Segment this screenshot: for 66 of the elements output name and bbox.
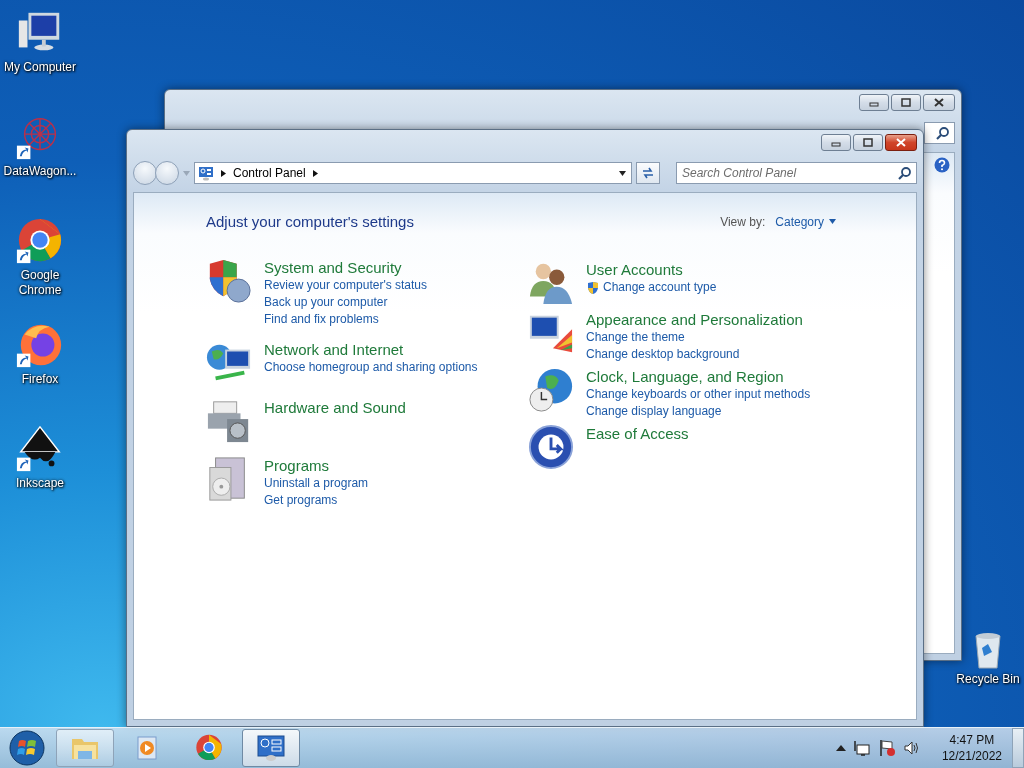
volume-icon[interactable] [902,739,921,757]
view-by-dropdown[interactable]: Category [775,214,836,229]
category-link[interactable]: Clock, Language, and Region [586,367,811,386]
maximize-icon [863,138,873,147]
desktop-icon-label[interactable]: My Computer [4,60,76,75]
category-link[interactable]: Ease of Access [586,424,689,443]
close-button[interactable] [923,94,955,111]
category-link[interactable]: Appearance and Personalization [586,310,803,329]
task-link[interactable]: Change keyboards or other input methods [586,386,811,403]
desktop-icon-label[interactable]: DataWagon... [3,164,77,179]
caret-icon [829,219,836,224]
category-link[interactable]: Hardware and Sound [264,398,406,417]
category-link[interactable]: System and Security [264,258,428,277]
view-by-label: View by: [720,214,766,229]
chevron-icon[interactable] [311,169,319,177]
minimize-button[interactable] [821,134,851,151]
control-panel-icon [256,733,286,763]
page-heading: Adjust your computer's settings [206,213,414,230]
caret-icon [618,170,626,176]
search-icon [936,126,950,140]
accessibility-icon [528,424,574,470]
media-player-icon [134,735,160,761]
shield-icon [586,280,600,295]
flag-icon[interactable] [877,739,896,757]
category-link[interactable]: User Accounts [586,260,717,279]
control-panel-icon [198,165,214,181]
close-button[interactable] [885,134,917,151]
search-input[interactable]: Search Control Panel [682,164,898,182]
maximize-button[interactable] [853,134,883,151]
search-field[interactable]: Search Control Panel [676,162,917,184]
task-link[interactable]: Choose homegroup and sharing options [264,359,478,376]
close-icon [934,98,944,107]
show-hidden-icons-button[interactable] [835,743,846,753]
maximize-icon [901,98,911,107]
task-link[interactable]: Find and fix problems [264,311,379,328]
task-link[interactable]: Get programs [264,492,338,509]
address-bar[interactable]: Control Panel [194,162,632,184]
close-icon [896,138,906,147]
task-link[interactable]: Change the theme [586,329,685,346]
maximize-button[interactable] [891,94,921,111]
task-link[interactable]: Back up your computer [264,294,388,311]
search-field[interactable] [924,122,955,144]
network-icon[interactable] [852,739,871,757]
task-link[interactable]: Review your computer's status [264,277,428,294]
category-link[interactable]: Network and Internet [264,340,478,359]
start-orb-icon [9,730,45,766]
breadcrumb-item[interactable]: Control Panel [233,166,306,180]
task-link[interactable]: Change desktop background [586,346,740,363]
category-link[interactable]: Programs [264,456,369,475]
task-link[interactable]: Change display language [586,403,722,420]
help-icon[interactable] [934,157,950,173]
clock-date[interactable]: 12/21/2022 [941,748,1002,764]
refresh-icon [641,166,655,180]
desktop-icon-label[interactable]: Recycle Bin [956,672,1020,687]
minimize-button[interactable] [859,94,889,111]
search-icon [898,166,912,180]
task-link[interactable]: Change account type [603,279,717,296]
task-link[interactable]: Uninstall a program [264,475,369,492]
globe-clock-icon [528,367,574,413]
taskbar-button[interactable] [242,729,300,767]
desktop-icon-label[interactable]: Firefox [21,372,59,387]
desktop-icon-label[interactable]: Google Chrome [0,268,80,298]
clock-time[interactable]: 4:47 PM [949,732,995,748]
chevron-icon[interactable] [220,169,227,177]
refresh-button[interactable] [636,162,660,184]
chrome-icon [194,733,224,763]
